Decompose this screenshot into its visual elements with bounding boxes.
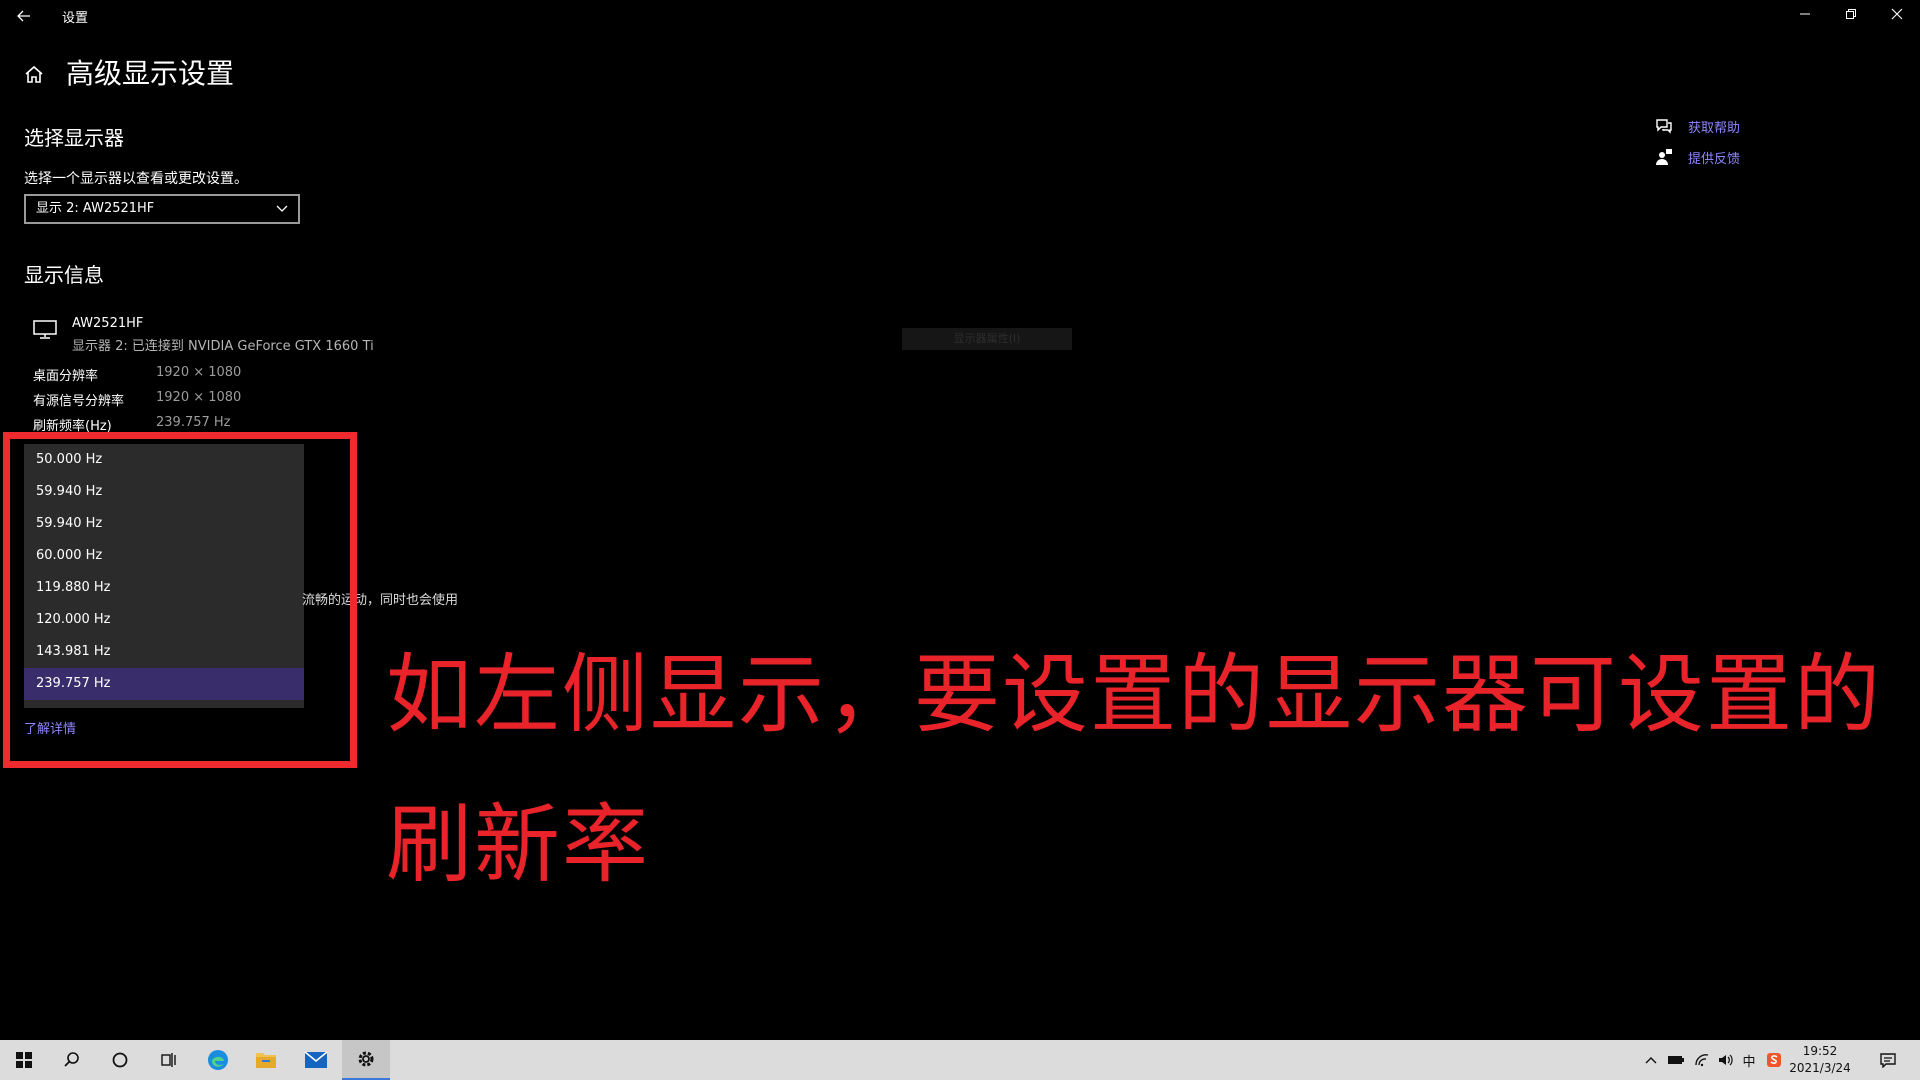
desktop-resolution-label: 桌面分辨率	[33, 369, 99, 384]
taskbar-clock[interactable]: 19:52 2021/3/24	[1780, 1043, 1860, 1077]
home-button[interactable]	[20, 60, 48, 88]
search-button[interactable]	[48, 1040, 96, 1080]
clock-time: 19:52	[1802, 1044, 1838, 1058]
minimize-button[interactable]	[1782, 2, 1828, 30]
task-view-icon	[161, 1053, 176, 1067]
edge-button[interactable]	[194, 1040, 242, 1080]
back-arrow-icon	[17, 10, 30, 22]
display-info-heading: 显示信息	[24, 263, 104, 287]
wifi-icon	[1695, 1054, 1709, 1067]
battery-icon	[1668, 1056, 1684, 1064]
annotation-line-2: 刷新率	[386, 795, 650, 895]
select-display-description: 选择一个显示器以查看或更改设置。	[24, 171, 248, 187]
show-hidden-icons-button[interactable]	[1640, 1040, 1662, 1080]
restore-icon	[1846, 9, 1856, 19]
minimize-icon	[1800, 13, 1810, 15]
start-button[interactable]	[0, 1040, 48, 1080]
monitor-connection: 显示器 2: 已连接到 NVIDIA GeForce GTX 1660 Ti	[72, 339, 374, 354]
file-explorer-button[interactable]	[242, 1040, 290, 1080]
file-explorer-icon	[256, 1053, 276, 1068]
monitor-name: AW2521HF	[72, 316, 144, 331]
page-title: 高级显示设置	[66, 57, 235, 90]
give-feedback-link[interactable]: 提供反馈	[1688, 148, 1740, 167]
display-select[interactable]: 显示 2: AW2521HF	[24, 194, 300, 224]
taskbar: 中 19:52 2021/3/24	[0, 1040, 1920, 1080]
chat-help-icon	[1654, 116, 1674, 136]
mail-icon	[304, 1051, 328, 1068]
settings-icon	[358, 1051, 374, 1067]
edge-icon	[208, 1050, 228, 1070]
select-display-heading: 选择显示器	[24, 126, 124, 150]
home-icon	[25, 65, 43, 83]
search-icon	[64, 1052, 79, 1067]
back-button[interactable]	[10, 4, 38, 28]
cortana-button[interactable]	[96, 1040, 144, 1080]
settings-button[interactable]	[342, 1040, 390, 1080]
annotation-line-1: 如左侧显示，要设置的显示器可设置的	[386, 645, 1882, 745]
display-adapter-properties-button[interactable]: 显示器属性(I)	[902, 328, 1072, 350]
battery-tray-button[interactable]	[1664, 1040, 1688, 1080]
restore-button[interactable]	[1828, 2, 1874, 30]
get-help-link[interactable]: 获取帮助	[1688, 117, 1740, 136]
chevron-up-icon	[1645, 1057, 1657, 1064]
close-button[interactable]	[1874, 2, 1920, 30]
active-signal-resolution-label: 有源信号分辨率	[33, 394, 125, 409]
display-select-value: 显示 2: AW2521HF	[36, 201, 155, 216]
feedback-person-icon	[1654, 147, 1674, 167]
monitor-icon	[32, 318, 60, 342]
speaker-icon	[1719, 1054, 1733, 1066]
mail-button[interactable]	[292, 1040, 340, 1080]
cortana-icon	[112, 1052, 128, 1068]
refresh-rate-value: 239.757 Hz	[156, 415, 231, 430]
task-view-button[interactable]	[144, 1040, 192, 1080]
action-center-button[interactable]	[1868, 1040, 1908, 1080]
volume-tray-button[interactable]	[1714, 1040, 1738, 1080]
network-tray-button[interactable]	[1690, 1040, 1714, 1080]
desktop-resolution-value: 1920 × 1080	[156, 365, 242, 380]
window-title: 设置	[62, 11, 89, 26]
active-signal-resolution-value: 1920 × 1080	[156, 390, 242, 405]
clock-date: 2021/3/24	[1789, 1061, 1851, 1075]
ime-indicator[interactable]: 中	[1738, 1040, 1760, 1080]
chevron-down-icon	[276, 205, 288, 212]
annotation-highlight-box	[3, 432, 357, 768]
close-icon	[1891, 8, 1903, 20]
annotation-text: 如左侧显示，要设置的显示器可设置的 刷新率	[386, 620, 1906, 920]
notification-icon	[1880, 1053, 1896, 1068]
start-icon	[16, 1052, 32, 1068]
